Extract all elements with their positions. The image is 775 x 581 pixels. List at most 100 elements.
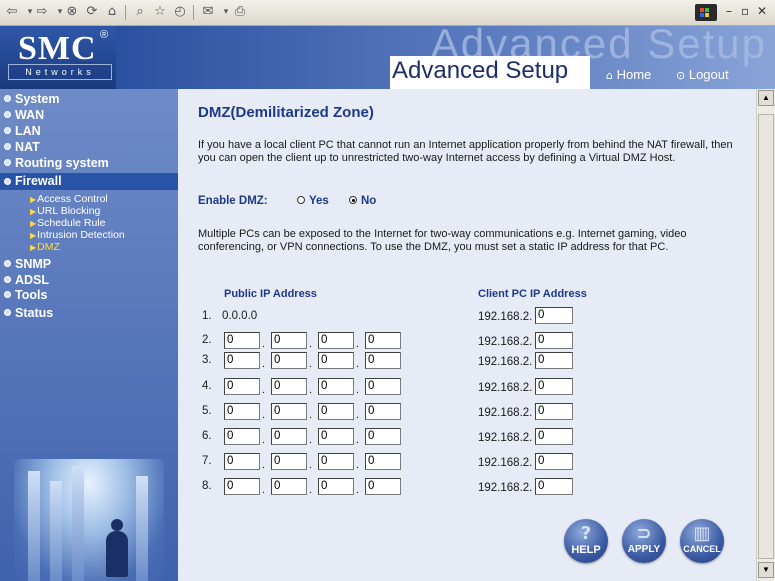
client-ip-input[interactable]: 0: [535, 378, 573, 395]
public-ip-octet-input[interactable]: 0: [271, 453, 307, 470]
ip-dot-separator: .: [309, 338, 313, 350]
public-ip-octet-input[interactable]: 0: [365, 453, 401, 470]
enable-dmz-no-radio[interactable]: No: [349, 195, 376, 207]
submenu-dmz[interactable]: ▶DMZ: [30, 241, 60, 253]
ip-dot-separator: .: [356, 358, 360, 370]
row-number: 4.: [202, 380, 212, 392]
arrow-icon: ▶: [30, 243, 37, 252]
client-ip-input[interactable]: 0: [535, 332, 573, 349]
public-ip-octet-input[interactable]: 0: [271, 403, 307, 420]
submenu-schedule-rule[interactable]: ▶Schedule Rule: [30, 217, 105, 229]
public-ip-octet-input[interactable]: 0: [271, 428, 307, 445]
ip-dot-separator: .: [262, 409, 266, 421]
refresh-icon[interactable]: ⟳: [84, 4, 100, 20]
home-label: Home: [616, 67, 652, 82]
public-ip-octet-input[interactable]: 0: [365, 332, 401, 349]
back-icon[interactable]: ⇦: [4, 4, 20, 20]
home-link[interactable]: ⌂ Home: [606, 67, 651, 82]
public-ip-octet-input[interactable]: 0: [318, 428, 354, 445]
ip-dot-separator: .: [356, 434, 360, 446]
public-ip-octet-input[interactable]: 0: [224, 332, 260, 349]
mail-icon[interactable]: ✉: [200, 4, 216, 20]
public-ip-octet-input[interactable]: 0: [318, 403, 354, 420]
public-ip-octet-input[interactable]: 0: [224, 428, 260, 445]
client-ip-prefix: 192.168.2.: [478, 432, 533, 444]
bullet-icon: [4, 309, 11, 316]
public-ip-octet-input[interactable]: 0: [365, 378, 401, 395]
public-ip-octet-input[interactable]: 0: [365, 403, 401, 420]
sidebar-item-system[interactable]: System: [0, 92, 178, 108]
scroll-up-icon[interactable]: ▲: [758, 90, 774, 106]
forward-icon[interactable]: ⇨: [34, 4, 50, 20]
public-ip-octet-input[interactable]: 0: [318, 453, 354, 470]
close-icon[interactable]: ✕: [757, 4, 767, 18]
public-ip-octet-input[interactable]: 0: [365, 352, 401, 369]
apply-button[interactable]: ⊃ APPLY: [622, 519, 666, 563]
client-ip-input[interactable]: 0: [535, 403, 573, 420]
bullet-icon: [4, 159, 11, 166]
public-ip-octet-input[interactable]: 0: [365, 478, 401, 495]
ip-dot-separator: .: [262, 358, 266, 370]
search-icon[interactable]: ⌕: [132, 4, 148, 20]
public-ip-octet-input[interactable]: 0: [271, 332, 307, 349]
client-ip-input[interactable]: 0: [535, 453, 573, 470]
sidebar-item-firewall[interactable]: Firewall: [0, 173, 178, 190]
sidebar-item-routing-system[interactable]: Routing system: [0, 156, 178, 172]
ip-dot-separator: .: [356, 384, 360, 396]
sidebar-item-status[interactable]: Status: [0, 306, 178, 322]
public-ip-octet-input[interactable]: 0: [271, 478, 307, 495]
client-ip-input[interactable]: 0: [535, 428, 573, 445]
public-ip-octet-input[interactable]: 0: [318, 332, 354, 349]
public-ip-octet-input[interactable]: 0: [224, 352, 260, 369]
enable-dmz-yes-radio[interactable]: Yes: [297, 195, 329, 207]
sidebar-item-lan[interactable]: LAN: [0, 124, 178, 140]
bullet-icon: [4, 95, 11, 102]
client-ip-input[interactable]: 0: [535, 352, 573, 369]
sidebar-item-wan[interactable]: WAN: [0, 108, 178, 124]
question-icon: ?: [580, 523, 592, 544]
client-ip-input[interactable]: 0: [535, 478, 573, 495]
public-ip-octet-input[interactable]: 0: [365, 428, 401, 445]
public-ip-octet-input[interactable]: 0: [224, 378, 260, 395]
main-content: DMZ(Demilitarized Zone) If you have a lo…: [178, 89, 756, 581]
logout-link[interactable]: ⊙ Logout: [676, 67, 729, 82]
public-ip-octet-input[interactable]: 0: [318, 478, 354, 495]
row-number: 8.: [202, 480, 212, 492]
cancel-button[interactable]: ▥ CANCEL: [680, 519, 724, 563]
scroll-thumb[interactable]: [758, 114, 774, 559]
toolbar-separator: [193, 5, 194, 20]
scroll-down-icon[interactable]: ▼: [758, 562, 774, 578]
bullet-icon: [4, 143, 11, 150]
logout-icon: ⊙: [676, 69, 686, 82]
public-ip-octet-input[interactable]: 0: [224, 478, 260, 495]
public-ip-octet-input[interactable]: 0: [271, 378, 307, 395]
sidebar-item-adsl[interactable]: ADSL: [0, 273, 178, 289]
sidebar-item-tools[interactable]: Tools: [0, 288, 178, 304]
stop-icon[interactable]: ⊗: [64, 4, 80, 20]
restore-icon[interactable]: ▫: [741, 4, 749, 18]
public-ip-octet-input[interactable]: 0: [318, 352, 354, 369]
vertical-scrollbar[interactable]: ▲ ▼: [756, 89, 775, 581]
sidebar: System WAN LAN NAT Routing system Firewa…: [0, 89, 178, 581]
help-button[interactable]: ? HELP: [564, 519, 608, 563]
minimize-icon[interactable]: –: [726, 4, 732, 18]
logo-registered-mark: ®: [100, 29, 109, 41]
print-icon[interactable]: ⎙: [232, 4, 248, 20]
history-icon[interactable]: ◴: [172, 4, 188, 20]
client-ip-prefix: 192.168.2.: [478, 482, 533, 494]
client-ip-input[interactable]: 0: [535, 307, 573, 324]
public-ip-octet-input[interactable]: 0: [224, 403, 260, 420]
ip-dot-separator: .: [262, 434, 266, 446]
client-ip-header: Client PC IP Address: [478, 288, 587, 300]
submenu-url-blocking[interactable]: ▶URL Blocking: [30, 205, 100, 217]
home-icon[interactable]: ⌂: [104, 4, 120, 20]
public-ip-octet-input[interactable]: 0: [224, 453, 260, 470]
sidebar-item-snmp[interactable]: SNMP: [0, 257, 178, 273]
arrow-icon: ▶: [30, 219, 37, 228]
public-ip-octet-input[interactable]: 0: [271, 352, 307, 369]
submenu-intrusion-detection[interactable]: ▶Intrusion Detection: [30, 229, 125, 241]
public-ip-octet-input[interactable]: 0: [318, 378, 354, 395]
sidebar-item-nat[interactable]: NAT: [0, 140, 178, 156]
submenu-access-control[interactable]: ▶Access Control: [30, 193, 108, 205]
favorites-icon[interactable]: ☆: [152, 4, 168, 20]
